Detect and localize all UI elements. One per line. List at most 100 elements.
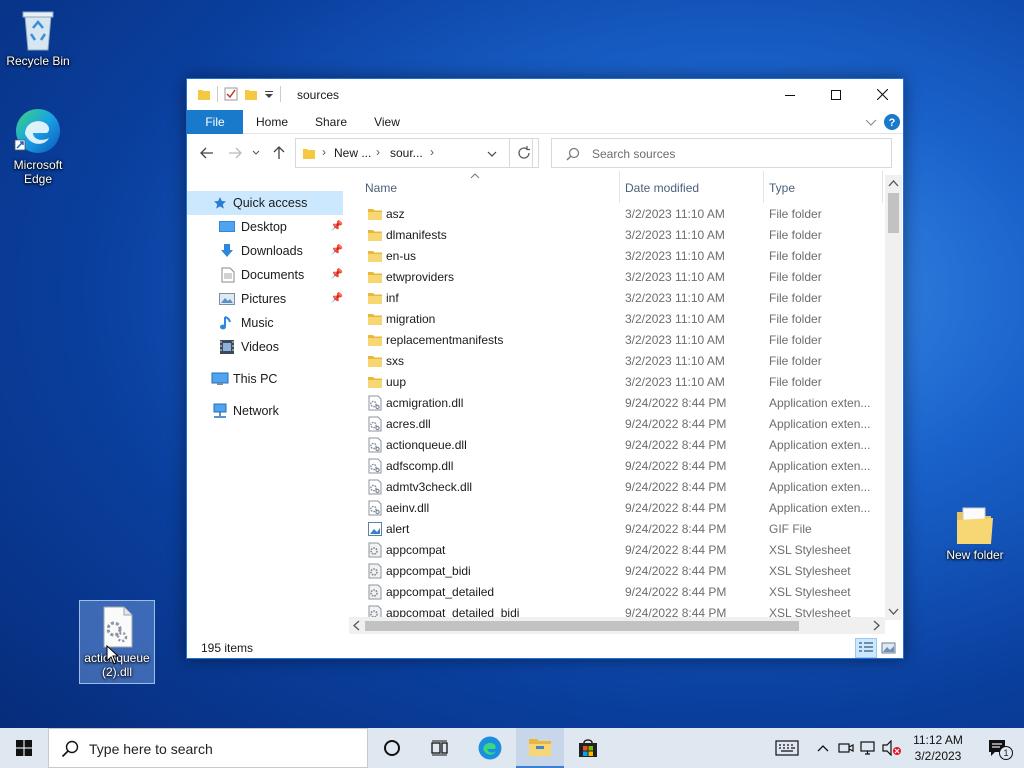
desktop-icon-recycle-bin[interactable]: Recycle Bin	[0, 6, 76, 68]
details-view-button[interactable]	[855, 638, 877, 658]
file-name: admtv3check.dll	[386, 480, 473, 494]
file-row[interactable]: en-us 3/2/2023 11:10 AM File folder	[353, 245, 883, 266]
volume-button[interactable]	[880, 728, 904, 768]
sidebar-item-downloads[interactable]: Downloads 📌	[187, 239, 343, 263]
tab-home[interactable]: Home	[249, 110, 295, 134]
scroll-left-icon[interactable]	[350, 617, 364, 634]
tab-view[interactable]: View	[365, 110, 409, 134]
network-status-button[interactable]	[858, 728, 878, 768]
column-divider[interactable]	[882, 171, 883, 203]
sidebar-item-videos[interactable]: Videos	[187, 335, 343, 359]
column-divider[interactable]	[763, 171, 764, 203]
file-row[interactable]: replacementmanifests 3/2/2023 11:10 AM Fil…	[353, 329, 883, 350]
file-row[interactable]: adfscomp.dll 9/24/2022 8:44 PM Application…	[353, 455, 883, 476]
taskbar-clock[interactable]: 11:12 AM 3/2/2023	[906, 732, 970, 764]
column-header-date[interactable]: Date modified	[625, 181, 699, 195]
file-row[interactable]: aeinv.dll 9/24/2022 8:44 PM Application ex…	[353, 497, 883, 518]
file-name: acres.dll	[386, 417, 431, 431]
search-box[interactable]: Search sources	[551, 138, 892, 168]
desktop-icon-microsoft-edge[interactable]: Microsoft Edge	[0, 106, 76, 186]
vertical-scroll-thumb[interactable]	[888, 193, 899, 233]
sidebar-item-network[interactable]: Network	[187, 399, 343, 423]
file-row[interactable]: appcompat_bidi 9/24/2022 8:44 PM XSL Style…	[353, 560, 883, 581]
tab-share[interactable]: Share	[307, 110, 355, 134]
scroll-up-icon[interactable]	[885, 177, 902, 191]
refresh-button[interactable]	[509, 138, 539, 168]
forward-button[interactable]	[225, 143, 245, 163]
search-input[interactable]: Search sources	[592, 147, 675, 161]
file-row[interactable]: actionqueue.dll 9/24/2022 8:44 PM Applicat…	[353, 434, 883, 455]
file-row[interactable]: migration 3/2/2023 11:10 AM File folder	[353, 308, 883, 329]
task-view-button[interactable]	[416, 728, 464, 768]
tab-file[interactable]: File	[187, 110, 243, 134]
file-date: 3/2/2023 11:10 AM	[625, 312, 725, 326]
horizontal-scrollbar[interactable]	[349, 617, 885, 634]
sidebar-item-desktop[interactable]: Desktop 📌	[187, 215, 343, 239]
help-icon[interactable]: ?	[884, 114, 900, 130]
taskbar-store-button[interactable]	[564, 728, 612, 768]
sidebar-item-quick-access[interactable]: Quick access	[187, 191, 343, 215]
scroll-right-icon[interactable]	[869, 617, 883, 634]
large-icons-view-button[interactable]	[878, 638, 900, 658]
sidebar-item-pictures[interactable]: Pictures 📌	[187, 287, 343, 311]
taskbar-edge-button[interactable]	[466, 728, 514, 768]
file-row[interactable]: inf 3/2/2023 11:10 AM File folder	[353, 287, 883, 308]
file-row[interactable]: acmigration.dll 9/24/2022 8:44 PM Applicat…	[353, 392, 883, 413]
title-bar[interactable]: sources	[187, 79, 903, 110]
taskbar-file-explorer-button[interactable]	[516, 728, 564, 768]
file-row[interactable]: dlmanifests 3/2/2023 11:10 AM File folder	[353, 224, 883, 245]
file-row[interactable]: etwproviders 3/2/2023 11:10 AM File folder	[353, 266, 883, 287]
customize-toolbar-icon[interactable]	[264, 87, 274, 101]
breadcrumb-item[interactable]: sour...	[390, 146, 423, 160]
taskbar-search-box[interactable]: Type here to search	[48, 728, 368, 768]
file-row[interactable]: uup 3/2/2023 11:10 AM File folder	[353, 371, 883, 392]
expand-ribbon-icon[interactable]	[865, 119, 877, 127]
breadcrumb-separator[interactable]: ›	[376, 145, 380, 159]
minimize-button[interactable]	[767, 79, 813, 110]
file-row[interactable]: appcompat_detailed 9/24/2022 8:44 PM XSL S…	[353, 581, 883, 602]
file-list[interactable]: Name Date modified Type asz 3/2/2023 11:1…	[353, 171, 905, 621]
recent-locations-button[interactable]	[250, 143, 262, 163]
sidebar-item-documents[interactable]: Documents 📌	[187, 263, 343, 287]
start-button[interactable]	[0, 728, 48, 768]
sidebar-item-this-pc[interactable]: This PC	[187, 367, 343, 391]
show-hidden-icons-button[interactable]	[812, 728, 834, 768]
file-row[interactable]: sxs 3/2/2023 11:10 AM File folder	[353, 350, 883, 371]
edge-icon	[478, 736, 502, 760]
action-center-button[interactable]: 1	[978, 728, 1018, 768]
file-row[interactable]: admtv3check.dll 9/24/2022 8:44 PM Applicat…	[353, 476, 883, 497]
breadcrumb-item[interactable]: New ...	[334, 146, 371, 160]
new-folder-icon[interactable]	[244, 87, 258, 101]
close-button[interactable]	[859, 79, 905, 110]
sidebar-item-label: Videos	[241, 340, 279, 354]
details-view-icon	[859, 642, 873, 652]
vertical-scrollbar[interactable]	[885, 175, 902, 620]
file-row[interactable]: appcompat 9/24/2022 8:44 PM XSL Stylesheet	[353, 539, 883, 560]
keyboard-icon-button[interactable]	[772, 728, 802, 768]
file-row[interactable]: asz 3/2/2023 11:10 AM File folder	[353, 203, 883, 224]
properties-icon[interactable]	[224, 87, 238, 101]
column-divider[interactable]	[619, 171, 620, 203]
desktop-icon-dll-file[interactable]: actionqueue (2).dll	[79, 600, 155, 684]
maximize-button[interactable]	[813, 79, 859, 110]
meet-now-button[interactable]	[836, 728, 856, 768]
address-bar[interactable]: › New ... › sour... ›	[295, 138, 533, 168]
sidebar-item-music[interactable]: Music	[187, 311, 343, 335]
address-dropdown-icon[interactable]	[487, 151, 497, 157]
column-header-type[interactable]: Type	[769, 181, 795, 195]
taskbar-search-input[interactable]: Type here to search	[89, 741, 213, 757]
file-row[interactable]: alert 9/24/2022 8:44 PM GIF File	[353, 518, 883, 539]
microsoft-store-icon	[579, 739, 597, 757]
task-view-icon	[431, 740, 448, 756]
breadcrumb-separator[interactable]: ›	[430, 145, 434, 159]
breadcrumb-separator[interactable]: ›	[322, 145, 326, 159]
desktop-icon-new-folder[interactable]: New folder	[937, 504, 1013, 562]
scroll-down-icon[interactable]	[885, 604, 902, 618]
file-row[interactable]: acres.dll 9/24/2022 8:44 PM Application ex…	[353, 413, 883, 434]
horizontal-scroll-thumb[interactable]	[365, 621, 799, 631]
back-button[interactable]	[197, 143, 217, 163]
file-explorer-window[interactable]: sources File Home Share View ? › New ...…	[186, 78, 904, 659]
cortana-button[interactable]	[368, 728, 416, 768]
column-header-name[interactable]: Name	[365, 181, 397, 195]
up-button[interactable]	[269, 143, 289, 163]
